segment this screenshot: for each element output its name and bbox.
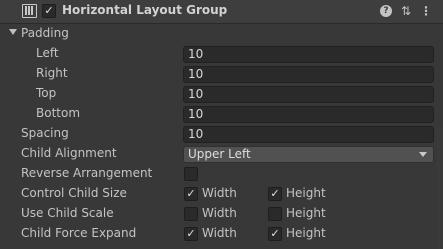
use-child-scale-height-checkbox[interactable]	[268, 207, 282, 221]
spacing-label: Spacing	[21, 126, 69, 140]
padding-left-field[interactable]: 10	[183, 46, 434, 63]
check-icon: ✓	[270, 227, 280, 240]
reverse-arrangement-checkbox[interactable]	[184, 167, 198, 181]
control-child-size-height-label: Height	[286, 186, 326, 200]
use-child-scale-height-label: Height	[286, 206, 326, 220]
padding-bottom-label: Bottom	[36, 106, 81, 120]
use-child-scale-width-checkbox[interactable]	[184, 207, 198, 221]
check-icon: ✓	[270, 187, 280, 200]
presets-icon[interactable]: ⇅	[398, 3, 414, 19]
chevron-down-icon	[419, 152, 427, 157]
control-child-size-label: Control Child Size	[21, 186, 127, 200]
child-alignment-value: Upper Left	[188, 147, 251, 161]
foldout-expanded-icon[interactable]	[9, 29, 17, 35]
kebab-menu-icon[interactable]: ⋮	[418, 3, 434, 19]
component-header[interactable]: ✓ Horizontal Layout Group ? ⇅ ⋮	[0, 0, 443, 24]
padding-bottom-field[interactable]: 10	[183, 106, 434, 123]
child-force-expand-width-label: Width	[202, 226, 237, 240]
padding-right-field[interactable]: 10	[183, 66, 434, 83]
child-alignment-dropdown[interactable]: Upper Left	[183, 146, 434, 163]
spacing-field[interactable]: 10	[183, 126, 434, 143]
control-child-size-height-checkbox[interactable]: ✓	[268, 187, 282, 201]
horizontal-layout-icon	[22, 4, 37, 18]
padding-top-field[interactable]: 10	[183, 86, 434, 103]
reverse-arrangement-label: Reverse Arrangement	[21, 166, 153, 180]
child-alignment-label: Child Alignment	[21, 146, 117, 160]
check-icon: ✓	[44, 4, 54, 17]
check-icon: ✓	[186, 227, 196, 240]
padding-top-label: Top	[36, 86, 57, 100]
component-enabled-checkbox[interactable]: ✓	[42, 4, 56, 18]
padding-right-label: Right	[36, 66, 68, 80]
child-force-expand-height-checkbox[interactable]: ✓	[268, 227, 282, 241]
use-child-scale-label: Use Child Scale	[21, 206, 114, 220]
child-force-expand-width-checkbox[interactable]: ✓	[184, 227, 198, 241]
padding-label[interactable]: Padding	[21, 26, 69, 40]
padding-left-label: Left	[36, 46, 59, 60]
inspector-scrollbar[interactable]	[437, 128, 443, 249]
use-child-scale-width-label: Width	[202, 206, 237, 220]
child-force-expand-label: Child Force Expand	[21, 226, 137, 240]
help-icon[interactable]: ?	[380, 5, 392, 17]
child-force-expand-height-label: Height	[286, 226, 326, 240]
component-title: Horizontal Layout Group	[62, 3, 228, 17]
control-child-size-width-label: Width	[202, 186, 237, 200]
check-icon: ✓	[186, 187, 196, 200]
control-child-size-width-checkbox[interactable]: ✓	[184, 187, 198, 201]
